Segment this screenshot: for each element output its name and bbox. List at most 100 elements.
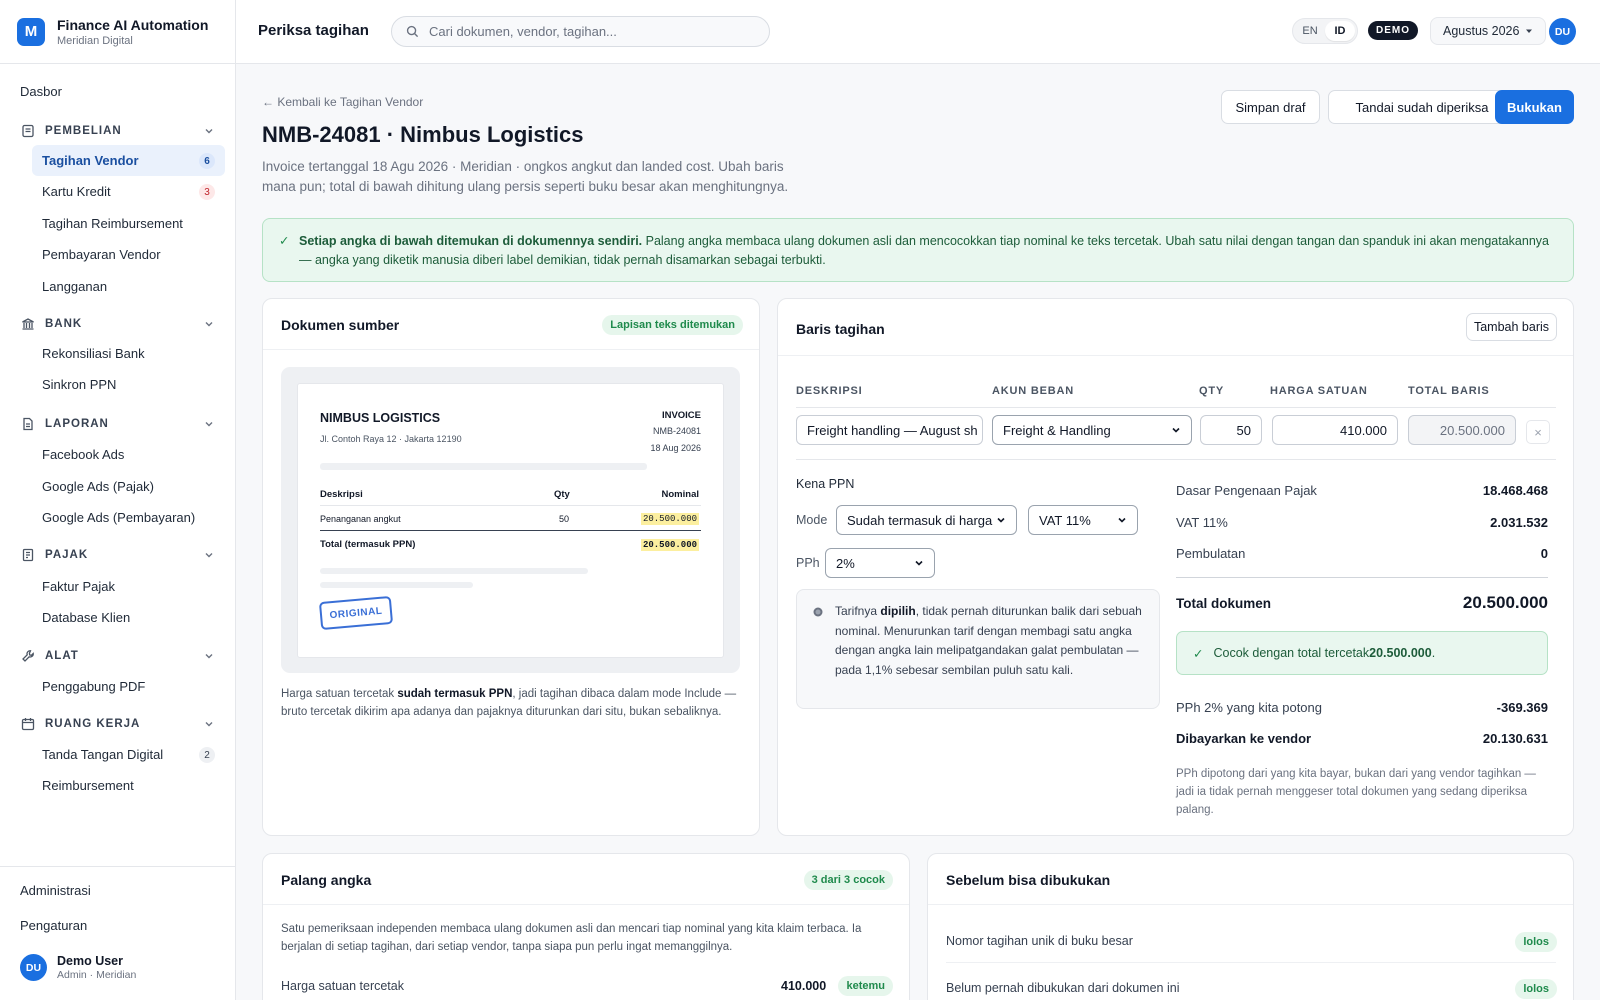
count-badge: 2 [199, 747, 215, 763]
chevron-down-icon [205, 422, 213, 427]
sidebar-item-database-klien[interactable]: Database Klien [32, 602, 225, 633]
line-total-field: 20.500.000 [1408, 415, 1516, 445]
count-badge: 6 [199, 153, 215, 169]
nav-group-header[interactable]: ALAT [0, 643, 236, 669]
expense-account-select[interactable]: Freight & Handling [992, 415, 1192, 445]
sidebar-item-langganan[interactable]: Langganan [32, 271, 225, 302]
sidebar-item-penggabung-pdf[interactable]: Penggabung PDF [32, 671, 225, 702]
source-note: Harga satuan tercetak sudah termasuk PPN… [281, 688, 737, 718]
mode-label: Mode [796, 513, 828, 527]
card-title: Sebelum bisa dibukukan [946, 872, 1111, 888]
guard-row-label: Harga satuan tercetak [281, 979, 404, 993]
col-header-account: AKUN BEBAN [992, 385, 1074, 397]
vat-rate-select[interactable]: VAT 11% [1028, 505, 1138, 535]
remove-line-button[interactable]: × [1526, 420, 1550, 444]
pre-post-checks-card: Sebelum bisa dibukukan Nomor tagihan uni… [927, 853, 1574, 1000]
save-draft-button[interactable]: Simpan draf [1221, 90, 1320, 124]
chevron-down-icon [205, 322, 213, 327]
post-button[interactable]: Bukukan [1495, 90, 1574, 124]
nav-pengaturan[interactable]: Pengaturan [20, 918, 87, 933]
page-title: NMB-24081 · Nimbus Logistics [262, 122, 584, 147]
sidebar: M Finance AI Automation Meridian Digital… [0, 0, 236, 1000]
sidebar-item-pembayaran-vendor[interactable]: Pembayaran Vendor [32, 239, 225, 270]
demo-badge: DEMO [1368, 21, 1418, 40]
pph-rate-select[interactable]: 2% [825, 548, 935, 578]
vat-mode-select[interactable]: Sudah termasuk di harga [836, 505, 1017, 535]
vat-section-label: Kena PPN [796, 477, 855, 491]
source-document-card: Dokumen sumber Lapisan teks ditemukan NI… [262, 298, 760, 836]
doc-address: Jl. Contoh Raya 12 · Jakarta 12190 [320, 434, 462, 444]
nav-group-header[interactable]: PEMBELIAN [0, 118, 236, 144]
qty-input[interactable]: 50 [1200, 415, 1262, 445]
pass-badge: lolos [1515, 932, 1557, 952]
document-total-row: Total dokumen 20.500.000 [1176, 593, 1548, 612]
nav-group-laporan: LAPORAN [0, 411, 236, 437]
chevron-down-icon [1118, 517, 1126, 523]
brand[interactable]: M Finance AI Automation Meridian Digital [0, 0, 235, 64]
sidebar-item-reimbursement[interactable]: Reimbursement [32, 770, 225, 801]
chevron-down-icon [205, 722, 213, 727]
pph-note: PPh dipotong dari yang kita bayar, bukan… [1176, 768, 1536, 816]
lang-en-option[interactable]: EN [1295, 21, 1325, 41]
document-icon [23, 417, 33, 431]
document-preview[interactable]: NIMBUS LOGISTICS Jl. Contoh Raya 12 · Ja… [281, 367, 740, 673]
sidebar-item-label: Kartu Kredit [42, 184, 111, 199]
col-header-price: HARGA SATUAN [1270, 385, 1368, 397]
sidebar-item-tagihan-reimbursement[interactable]: Tagihan Reimbursement [32, 208, 225, 239]
sidebar-item-kartu-kredit[interactable]: Kartu Kredit 3 [32, 176, 225, 207]
line-description-input[interactable]: Freight handling — August sh [796, 415, 983, 445]
unit-price-input[interactable]: 410.000 [1272, 415, 1398, 445]
nav-dashboard[interactable]: Dasbor [20, 84, 62, 99]
col-header-total: TOTAL BARIS [1408, 385, 1490, 397]
placeholder-line [320, 582, 473, 588]
sidebar-item-label: Google Ads (Pajak) [42, 479, 155, 494]
search-input[interactable] [429, 24, 749, 39]
placeholder-line [320, 463, 647, 470]
pph-withheld-row: PPh 2% yang kita potong -369.369 [1176, 700, 1548, 715]
pph-label: PPh [796, 556, 820, 570]
sidebar-item-tanda-tangan-digital[interactable]: Tanda Tangan Digital 2 [32, 739, 225, 770]
nav-group-header[interactable]: LAPORAN [0, 411, 236, 437]
doc-date: 18 Aug 2026 [650, 443, 701, 453]
search-icon [406, 25, 419, 38]
user-profile[interactable]: DU Demo User Admin · Meridian [20, 954, 136, 981]
back-link[interactable]: ← Kembali ke Tagihan Vendor [262, 95, 423, 109]
nav-group-bank: BANK [0, 311, 236, 337]
doc-number: NMB-24081 [652, 426, 701, 436]
user-name: Demo User [57, 954, 123, 968]
nav-group-label: BANK [45, 318, 83, 330]
sidebar-item-rekonsiliasi-bank[interactable]: Rekonsiliasi Bank [32, 338, 225, 369]
info-dot-icon [813, 607, 823, 617]
nav-group-header[interactable]: RUANG KERJA [0, 711, 236, 737]
lang-id-option[interactable]: ID [1325, 21, 1355, 41]
match-count-badge: 3 dari 3 cocok [803, 870, 893, 890]
brand-name: Finance AI Automation [57, 16, 209, 33]
doc-row-qty: 50 [559, 514, 570, 524]
doc-col-amount: Nominal [661, 489, 699, 500]
nav-group-header[interactable]: BANK [0, 311, 236, 337]
doc-row-desc: Penanganan angkut [320, 514, 401, 524]
nav-group-header[interactable]: PAJAK [0, 542, 236, 568]
sidebar-footer [0, 866, 236, 867]
sidebar-item-label: Pembayaran Vendor [42, 247, 161, 262]
search-box[interactable] [391, 16, 770, 47]
brand-org: Meridian Digital [57, 34, 133, 47]
sidebar-item-faktur-pajak[interactable]: Faktur Pajak [32, 571, 225, 602]
dpp-row: Dasar Pengenaan Pajak 18.468.468 [1176, 483, 1548, 498]
wrench-icon [22, 650, 34, 662]
sidebar-item-label: Tagihan Reimbursement [42, 216, 183, 231]
sidebar-item-label: Facebook Ads [42, 447, 125, 462]
sidebar-item-facebook-ads[interactable]: Facebook Ads [32, 439, 225, 470]
doc-total-highlight: 20.500.000 [640, 539, 699, 551]
sidebar-item-google-ads-pembayaran[interactable]: Google Ads (Pembayaran) [32, 502, 225, 533]
nav-group-alat: ALAT [0, 643, 236, 669]
period-selector[interactable]: Agustus 2026 [1430, 17, 1547, 45]
sidebar-item-tagihan-vendor[interactable]: Tagihan Vendor 6 [32, 145, 225, 176]
avatar[interactable]: DU [1549, 18, 1576, 45]
nav-administrasi[interactable]: Administrasi [20, 883, 91, 898]
add-line-button[interactable]: Tambah baris [1466, 313, 1557, 341]
sidebar-item-sinkron-ppn[interactable]: Sinkron PPN [32, 369, 225, 400]
mark-reviewed-button[interactable]: Tandai sudah diperiksa [1328, 90, 1516, 124]
sidebar-item-google-ads-pajak[interactable]: Google Ads (Pajak) [32, 471, 225, 502]
nav-group-pajak: PAJAK [0, 542, 236, 568]
